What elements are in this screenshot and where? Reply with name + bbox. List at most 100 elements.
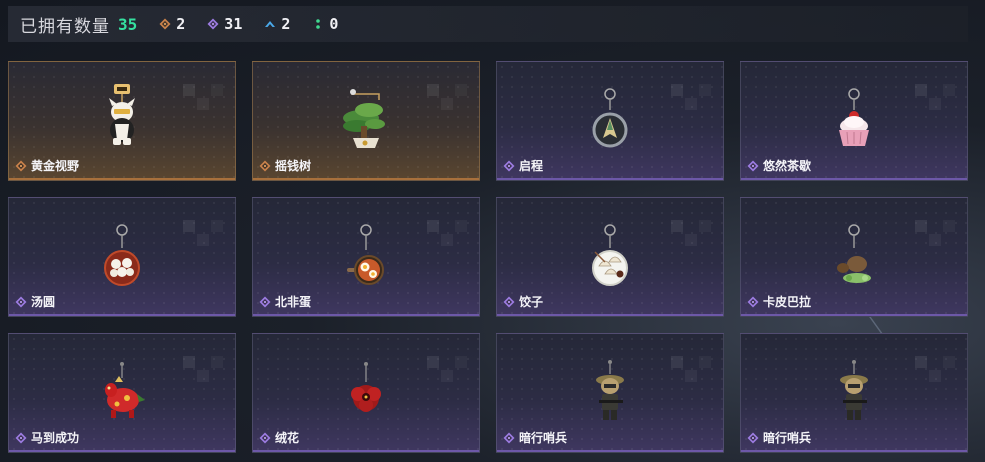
purple-diamond-icon bbox=[747, 296, 759, 307]
card-pattern-decoration bbox=[183, 220, 209, 246]
sentry-soldier-charm-icon bbox=[596, 360, 624, 420]
tangyuan-bowl-charm-icon bbox=[104, 224, 140, 286]
gold-diamond-icon bbox=[15, 160, 27, 171]
rarity-bar bbox=[253, 450, 479, 452]
charm-name: 黄金视野 bbox=[31, 159, 80, 173]
charm-card[interactable]: 卡皮巴拉 bbox=[740, 197, 968, 317]
charm-name-row: 绒花 bbox=[259, 429, 299, 446]
charm-name-row: 饺子 bbox=[503, 293, 543, 310]
card-pattern-decoration bbox=[427, 220, 453, 246]
charm-card[interactable]: 黄金视野 bbox=[8, 61, 236, 181]
golden-cat-charm-icon bbox=[109, 84, 135, 145]
rarity-bar bbox=[497, 314, 723, 316]
purple-diamond-icon bbox=[503, 160, 515, 171]
charm-name: 暗行哨兵 bbox=[519, 431, 568, 445]
rarity-count-purple-value: 31 bbox=[224, 15, 243, 33]
purple-diamond-icon bbox=[747, 432, 759, 443]
charm-name: 汤圆 bbox=[31, 295, 56, 309]
charm-card[interactable]: 饺子 bbox=[496, 197, 724, 317]
purple-diamond-icon bbox=[15, 432, 27, 443]
capybara-charm-icon bbox=[837, 224, 871, 283]
charm-name: 饺子 bbox=[519, 295, 544, 309]
charm-name-row: 卡皮巴拉 bbox=[747, 293, 811, 310]
rarity-bar bbox=[253, 178, 479, 180]
charm-name: 北非蛋 bbox=[275, 295, 312, 309]
rarity-count-blue-value: 2 bbox=[281, 15, 291, 33]
rarity-bar bbox=[9, 314, 235, 316]
card-pattern-decoration bbox=[183, 84, 209, 110]
charm-card[interactable]: 摇钱树 bbox=[252, 61, 480, 181]
rarity-bar bbox=[741, 314, 967, 316]
charm-name: 卡皮巴拉 bbox=[763, 295, 812, 309]
purple-diamond-icon bbox=[747, 160, 759, 171]
gold-diamond-icon bbox=[159, 18, 171, 30]
rarity-count-blue: 2 bbox=[264, 15, 290, 33]
charm-card[interactable]: 暗行哨兵 bbox=[740, 333, 968, 453]
charm-card[interactable]: 绒花 bbox=[252, 333, 480, 453]
rarity-bar bbox=[497, 450, 723, 452]
card-pattern-decoration bbox=[915, 220, 941, 246]
sentry-soldier-charm-icon bbox=[840, 360, 868, 420]
rarity-bar bbox=[741, 450, 967, 452]
charm-name: 启程 bbox=[519, 159, 544, 173]
charm-card[interactable]: 北非蛋 bbox=[252, 197, 480, 317]
card-pattern-decoration bbox=[915, 84, 941, 110]
charm-name-row: 北非蛋 bbox=[259, 293, 311, 310]
card-pattern-decoration bbox=[183, 356, 209, 382]
charm-name-row: 暗行哨兵 bbox=[503, 429, 567, 446]
card-pattern-decoration bbox=[671, 220, 697, 246]
shakshuka-pan-charm-icon bbox=[347, 224, 384, 285]
purple-diamond-icon bbox=[503, 296, 515, 307]
charm-name-row: 马到成功 bbox=[15, 429, 79, 446]
owned-count-total: 35 bbox=[118, 14, 138, 34]
charm-name-row: 启程 bbox=[503, 157, 543, 174]
blue-chevron-icon bbox=[265, 21, 276, 27]
charm-card[interactable]: 汤圆 bbox=[8, 197, 236, 317]
gold-diamond-icon bbox=[259, 160, 271, 171]
purple-diamond-icon bbox=[259, 432, 271, 443]
card-pattern-decoration bbox=[915, 356, 941, 382]
rarity-bar bbox=[9, 178, 235, 180]
charm-name-row: 黄金视野 bbox=[15, 157, 79, 174]
charm-name: 绒花 bbox=[275, 431, 300, 445]
purple-diamond-icon bbox=[15, 296, 27, 307]
charm-card[interactable]: 马到成功 bbox=[8, 333, 236, 453]
rarity-count-gold-value: 2 bbox=[176, 15, 186, 33]
rarity-bar bbox=[253, 314, 479, 316]
charm-name: 暗行哨兵 bbox=[763, 431, 812, 445]
purple-diamond-icon bbox=[207, 18, 219, 30]
velvet-flower-charm-icon bbox=[351, 362, 381, 412]
rarity-count-purple: 31 bbox=[207, 15, 242, 33]
charm-name: 马到成功 bbox=[31, 431, 80, 445]
card-pattern-decoration bbox=[671, 356, 697, 382]
card-pattern-decoration bbox=[671, 84, 697, 110]
charm-name-row: 暗行哨兵 bbox=[747, 429, 811, 446]
charm-name: 摇钱树 bbox=[275, 159, 312, 173]
purple-diamond-icon bbox=[259, 296, 271, 307]
compass-charm-icon bbox=[592, 88, 628, 148]
charm-card[interactable]: 暗行哨兵 bbox=[496, 333, 724, 453]
purple-diamond-icon bbox=[503, 432, 515, 443]
charm-card[interactable]: 启程 bbox=[496, 61, 724, 181]
charm-name-row: 摇钱树 bbox=[259, 157, 311, 174]
charm-name-row: 悠然茶歇 bbox=[747, 157, 811, 174]
charm-name-row: 汤圆 bbox=[15, 293, 55, 310]
rarity-count-green-value: 0 bbox=[329, 15, 339, 33]
rarity-bar bbox=[497, 178, 723, 180]
charm-grid: 黄金视野 摇钱树 启程 悠然茶歇 汤圆 北非蛋 饺子 卡皮巴拉 马到成功 绒花 … bbox=[8, 61, 968, 453]
green-dots-icon bbox=[316, 19, 321, 29]
card-pattern-decoration bbox=[427, 84, 453, 110]
dumpling-plate-charm-icon bbox=[592, 224, 628, 286]
cupcake-charm-icon bbox=[839, 88, 869, 146]
charm-name: 悠然茶歇 bbox=[763, 159, 812, 173]
rarity-bar bbox=[741, 178, 967, 180]
rarity-count-gold: 2 bbox=[159, 15, 185, 33]
charm-card[interactable]: 悠然茶歇 bbox=[740, 61, 968, 181]
rarity-count-green: 0 bbox=[312, 15, 338, 33]
owned-count-header: 已拥有数量 35 2 31 2 0 bbox=[8, 6, 968, 42]
money-tree-charm-icon bbox=[343, 89, 385, 148]
card-pattern-decoration bbox=[427, 356, 453, 382]
red-horse-charm-icon bbox=[105, 362, 145, 418]
rarity-bar bbox=[9, 450, 235, 452]
owned-count-label: 已拥有数量 bbox=[20, 16, 110, 36]
